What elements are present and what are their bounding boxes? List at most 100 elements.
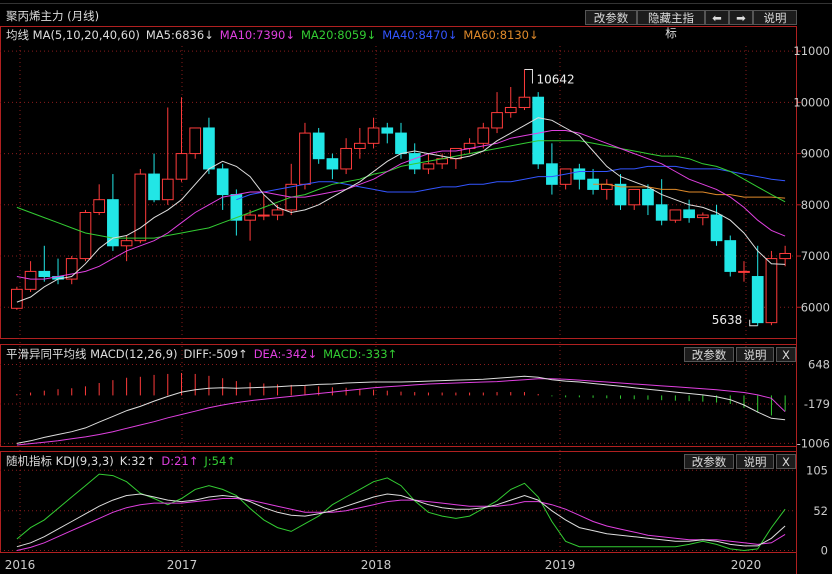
- high-label: 10642: [536, 72, 574, 86]
- candle-up: [559, 168, 572, 185]
- low-label: 5638: [712, 313, 743, 327]
- price-tick-label: 11000: [793, 44, 830, 58]
- macd-legend-item: MACD:-333↑: [323, 347, 398, 361]
- candle-down: [148, 173, 160, 201]
- candle-up: [161, 178, 174, 201]
- candle-up: [11, 288, 23, 309]
- candle-down: [546, 163, 558, 185]
- candle-up: [299, 132, 311, 185]
- ma-legend-item: MA40:8470↓: [382, 28, 458, 42]
- ma-legend-item: 均线 MA(5,10,20,40,60): [6, 28, 140, 42]
- year-tick-label: 2018: [361, 558, 392, 572]
- candle-down: [655, 204, 668, 221]
- candle-up: [175, 153, 188, 180]
- macd-tick-label: -179: [804, 397, 830, 411]
- candle-up: [257, 214, 270, 217]
- macd-close-icon[interactable]: X: [776, 347, 796, 362]
- kdj-legend-item: K:32↑: [119, 454, 156, 468]
- kdj-tick-label: 52: [813, 504, 828, 518]
- macd-tick-label: 648: [808, 357, 830, 371]
- kdj-tick-label: 105: [806, 463, 828, 477]
- macd-help-button[interactable]: 说明: [736, 347, 774, 362]
- candle-up: [93, 199, 106, 213]
- price-tick-label: 9000: [801, 147, 830, 161]
- candle-down: [381, 127, 394, 134]
- candle-up: [353, 142, 366, 149]
- candle-up: [244, 214, 256, 221]
- candle-up: [669, 209, 682, 221]
- candle-up: [271, 209, 284, 216]
- candle-down: [216, 168, 229, 196]
- kdj-legend-item: J:54↑: [204, 454, 236, 468]
- next-arrow-icon[interactable]: ➡: [729, 10, 753, 25]
- high-marker: [524, 68, 533, 84]
- candle-up: [79, 211, 92, 260]
- candle-up: [134, 173, 147, 242]
- main-title-bar: 聚丙烯主力 (月线): [6, 8, 105, 24]
- ma-legend: 均线 MA(5,10,20,40,60) MA5:6836↓ MA10:7390↓ M…: [6, 27, 545, 43]
- kdj-k-line: [16, 493, 786, 548]
- macd-legend-item: DIFF:-509↑: [183, 347, 248, 361]
- candle-up: [491, 112, 503, 129]
- candle-up: [779, 252, 791, 260]
- kdj-change-params-button[interactable]: 改参数: [684, 454, 734, 469]
- candle-up: [340, 147, 352, 170]
- candle-up: [696, 214, 709, 219]
- hide-main-indicator-button[interactable]: 隐藏主指标: [637, 10, 705, 40]
- candle-down: [312, 132, 325, 160]
- candle-up: [477, 127, 490, 144]
- price-tick-label: 10000: [793, 95, 830, 109]
- prev-arrow-icon[interactable]: ⬅: [705, 10, 729, 25]
- ma-legend-item: MA10:7390↓: [219, 28, 295, 42]
- macd-legend-item: 平滑异同平均线 MACD(12,26,9): [6, 347, 178, 361]
- kdj-legend: 随机指标 KDJ(9,3,3) K:32↑ D:21↑ J:54↑: [6, 453, 242, 469]
- year-tick-label: 2020: [731, 558, 762, 572]
- candle-down: [326, 158, 339, 170]
- kdj-tick-label: 0: [821, 543, 828, 557]
- candle-down: [203, 127, 215, 170]
- macd-dea-line: [16, 378, 786, 446]
- year-tick-label: 2016: [5, 558, 36, 572]
- candle-down: [107, 199, 119, 247]
- candle-up: [422, 163, 435, 170]
- chart-canvas: 2016 2017 2018 2019 2020 6000 7000 8000 9000 1000…: [0, 3, 832, 574]
- change-params-button[interactable]: 改参数: [585, 10, 637, 25]
- kdj-j-line: [16, 473, 786, 552]
- candle-down: [532, 96, 545, 165]
- macd-change-params-button[interactable]: 改参数: [684, 347, 734, 362]
- candle-up: [738, 270, 750, 273]
- ma-legend-item: MA20:8059↓: [300, 28, 377, 42]
- candle-up: [189, 127, 202, 155]
- candle-up: [765, 258, 778, 324]
- candle-down: [751, 276, 764, 324]
- panel-frame: [0, 26, 797, 339]
- candle-down: [724, 240, 737, 272]
- candle-up: [518, 96, 531, 108]
- candle-up: [628, 188, 641, 206]
- candle-up: [504, 106, 517, 114]
- macd-legend-item: DEA:-342↓: [253, 347, 318, 361]
- candle-down: [408, 153, 421, 170]
- kdj-close-icon[interactable]: X: [776, 454, 796, 469]
- candle-up: [367, 127, 380, 144]
- ma-legend-item: MA5:6836↓: [145, 28, 214, 42]
- candle-down: [395, 132, 407, 155]
- instrument-title: 聚丙烯主力 (月线): [6, 9, 100, 23]
- macd-tick-label: -1006: [797, 436, 830, 450]
- kdj-legend-item: 随机指标 KDJ(9,3,3): [6, 454, 114, 468]
- candle-down: [642, 188, 654, 206]
- price-tick-label: 8000: [801, 198, 830, 212]
- candle-up: [24, 270, 37, 290]
- price-tick-label: 7000: [801, 249, 830, 263]
- help-button[interactable]: 说明: [753, 10, 797, 25]
- candle-up: [120, 240, 133, 247]
- macd-legend: 平滑异同平均线 MACD(12,26,9) DIFF:-509↑ DEA:-342↓…: [6, 346, 403, 362]
- kdj-legend-item: D:21↑: [161, 454, 199, 468]
- candle-down: [38, 270, 51, 278]
- price-tick-label: 6000: [801, 300, 830, 314]
- candle-down: [573, 168, 586, 180]
- year-tick-label: 2019: [545, 558, 576, 572]
- kdj-help-button[interactable]: 说明: [736, 454, 774, 469]
- ma-legend-item: MA60:8130↓: [463, 28, 539, 42]
- candle-down: [710, 214, 723, 242]
